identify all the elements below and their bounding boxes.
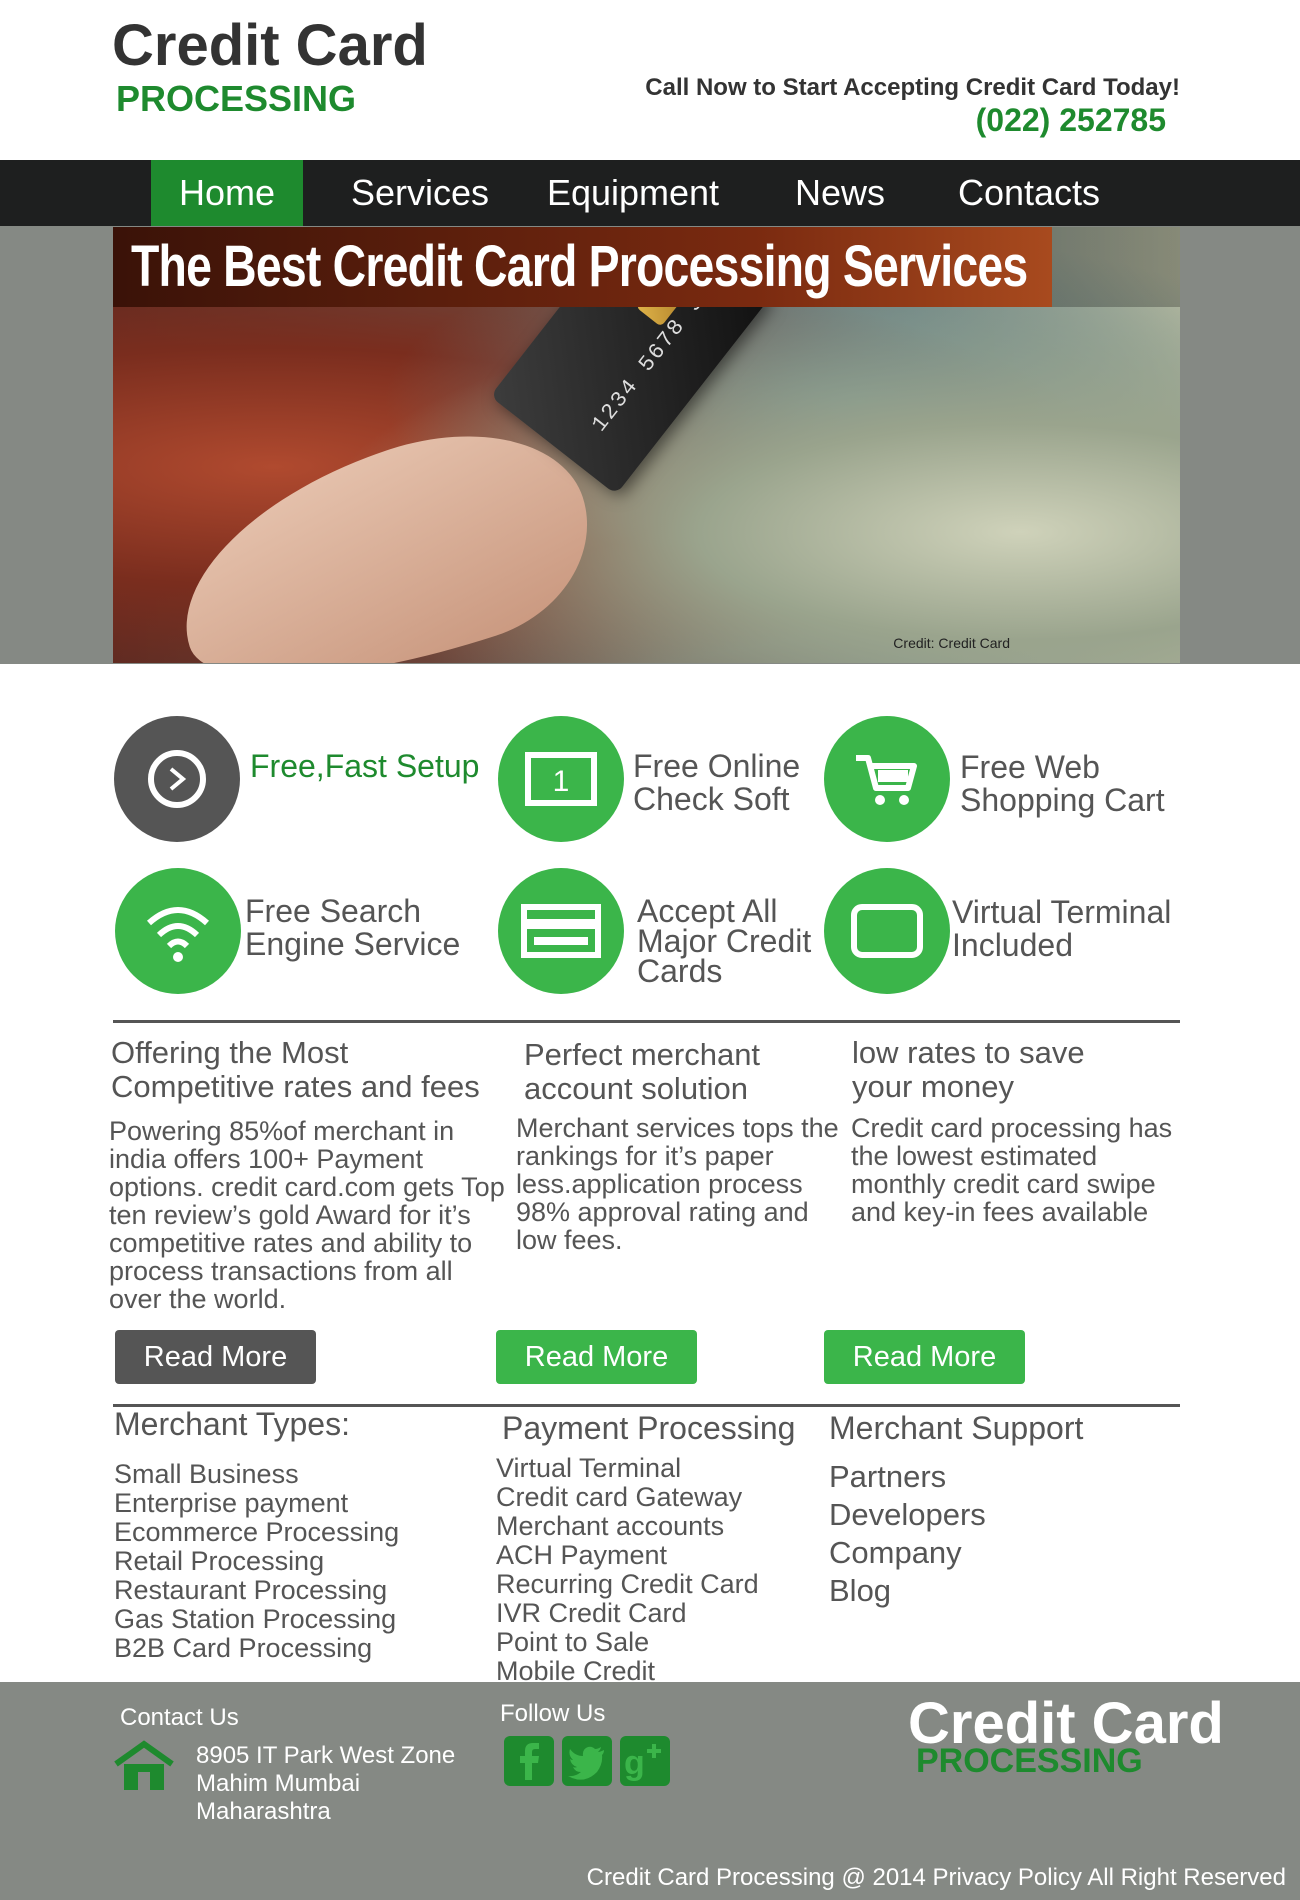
merchant-types-title: Merchant Types: bbox=[114, 1406, 350, 1442]
link-item[interactable]: Recurring Credit Card bbox=[496, 1570, 759, 1599]
feature-icon-setup[interactable] bbox=[114, 716, 240, 842]
link-item[interactable]: Merchant accounts bbox=[496, 1512, 759, 1541]
footer-logo-line2[interactable]: PROCESSING bbox=[916, 1742, 1143, 1781]
svg-text:g: g bbox=[624, 1744, 645, 1782]
link-item[interactable]: Gas Station Processing bbox=[114, 1605, 399, 1634]
column-title-low-rates: low rates to save your money bbox=[852, 1035, 1085, 1104]
nav-contacts[interactable]: Contacts bbox=[948, 160, 1110, 226]
wifi-icon bbox=[146, 907, 210, 962]
merchant-support-title: Merchant Support bbox=[829, 1410, 1084, 1446]
address-line: Mahim Mumbai bbox=[196, 1770, 361, 1797]
column-title-rates: Offering the Most Competitive rates and … bbox=[111, 1035, 480, 1104]
nav-services[interactable]: Services bbox=[340, 160, 500, 226]
column-text-merchant: Merchant services tops the rankings for … bbox=[516, 1113, 839, 1255]
shopping-cart-icon bbox=[856, 755, 917, 805]
feature-label-check-soft: Free Online Check Soft bbox=[633, 748, 801, 817]
read-more-button-low-rates[interactable]: Read More bbox=[824, 1330, 1025, 1384]
monitor-icon: 1 bbox=[525, 752, 597, 806]
feature-icon-terminal[interactable] bbox=[824, 868, 950, 994]
payment-processing-title: Payment Processing bbox=[502, 1410, 796, 1446]
site-footer: Contact Us 8905 IT Park West Zone Mahim … bbox=[0, 1682, 1300, 1900]
address: 8905 IT Park West Zone Mahim Mumbai Maha… bbox=[196, 1742, 455, 1826]
link-item[interactable]: Retail Processing bbox=[114, 1547, 399, 1576]
nav-equipment[interactable]: Equipment bbox=[536, 160, 730, 226]
feature-label-terminal: Virtual Terminal Included bbox=[952, 894, 1172, 963]
address-line: Maharashtra bbox=[196, 1798, 331, 1825]
feature-label-cart: Free Web Shopping Cart bbox=[960, 749, 1165, 818]
hero-banner-image: 1234 5678 9 The Best Credit Card Process… bbox=[113, 227, 1180, 663]
feature-label-setup: Free,Fast Setup bbox=[250, 748, 480, 784]
column-text-low-rates: Credit card processing has the lowest es… bbox=[851, 1113, 1173, 1227]
call-to-action-text: Call Now to Start Accepting Credit Card … bbox=[645, 74, 1180, 101]
facebook-icon[interactable] bbox=[504, 1736, 554, 1786]
link-item[interactable]: IVR Credit Card bbox=[496, 1599, 759, 1628]
copyright: Credit Card Processing @ 2014 Privacy Po… bbox=[586, 1864, 1286, 1891]
read-more-button-rates[interactable]: Read More bbox=[115, 1330, 316, 1384]
nav-news[interactable]: News bbox=[784, 160, 896, 226]
column-text-rates: Powering 85%of merchant in india offers … bbox=[109, 1116, 505, 1314]
credit-card-icon bbox=[521, 904, 601, 958]
hero-title: The Best Credit Card Processing Services bbox=[131, 234, 1028, 299]
payment-processing-list: Virtual Terminal Credit card Gateway Mer… bbox=[496, 1454, 759, 1686]
column-title-merchant: Perfect merchant account solution bbox=[524, 1037, 761, 1106]
link-item[interactable]: Virtual Terminal bbox=[496, 1454, 759, 1483]
feature-label-search: Free Search Engine Service bbox=[245, 893, 461, 962]
google-plus-icon[interactable]: g bbox=[620, 1736, 670, 1786]
hero-credit: Credit: Credit Card bbox=[893, 635, 1010, 651]
link-item[interactable]: Small Business bbox=[114, 1460, 399, 1489]
address-line: 8905 IT Park West Zone bbox=[196, 1742, 456, 1769]
link-item[interactable]: ACH Payment bbox=[496, 1541, 759, 1570]
section-divider bbox=[113, 1020, 1180, 1023]
link-item[interactable]: Developers bbox=[829, 1496, 986, 1534]
logo-line2[interactable]: PROCESSING bbox=[116, 78, 356, 120]
nav-home[interactable]: Home bbox=[151, 160, 303, 226]
link-item[interactable]: Partners bbox=[829, 1458, 986, 1496]
read-more-button-merchant[interactable]: Read More bbox=[496, 1330, 697, 1384]
link-item[interactable]: Ecommerce Processing bbox=[114, 1518, 399, 1547]
main-nav: Home Services Equipment News Contacts bbox=[0, 160, 1300, 226]
link-item[interactable]: B2B Card Processing bbox=[114, 1634, 399, 1663]
link-item[interactable]: Enterprise payment bbox=[114, 1489, 399, 1518]
feature-label-credit-cards: Accept All Major Credit Cards bbox=[637, 893, 812, 989]
contact-us-title: Contact Us bbox=[120, 1704, 239, 1731]
link-item[interactable]: Restaurant Processing bbox=[114, 1576, 399, 1605]
feature-icon-check-soft[interactable]: 1 bbox=[498, 716, 624, 842]
feature-icon-credit-cards[interactable] bbox=[498, 868, 624, 994]
follow-us-title: Follow Us bbox=[500, 1700, 606, 1727]
link-item[interactable]: Blog bbox=[829, 1572, 986, 1610]
hero-title-strip: The Best Credit Card Processing Services bbox=[113, 227, 1180, 307]
feature-icon-cart[interactable] bbox=[824, 716, 950, 842]
twitter-icon[interactable] bbox=[562, 1736, 612, 1786]
home-icon bbox=[114, 1740, 174, 1790]
merchant-support-list: Partners Developers Company Blog bbox=[829, 1458, 986, 1610]
svg-text:1: 1 bbox=[553, 765, 570, 798]
logo-line1[interactable]: Credit Card bbox=[112, 12, 428, 79]
link-item[interactable]: Credit card Gateway bbox=[496, 1483, 759, 1512]
feature-icon-search[interactable] bbox=[115, 868, 241, 994]
play-arrow-icon bbox=[148, 750, 206, 808]
phone-number[interactable]: (022) 252785 bbox=[976, 102, 1166, 139]
site-header: Credit Card PROCESSING Call Now to Start… bbox=[0, 0, 1300, 160]
link-item[interactable]: Company bbox=[829, 1534, 986, 1572]
merchant-types-list: Small Business Enterprise payment Ecomme… bbox=[114, 1460, 399, 1663]
link-item[interactable]: Point to Sale bbox=[496, 1628, 759, 1657]
terminal-icon bbox=[851, 904, 923, 958]
